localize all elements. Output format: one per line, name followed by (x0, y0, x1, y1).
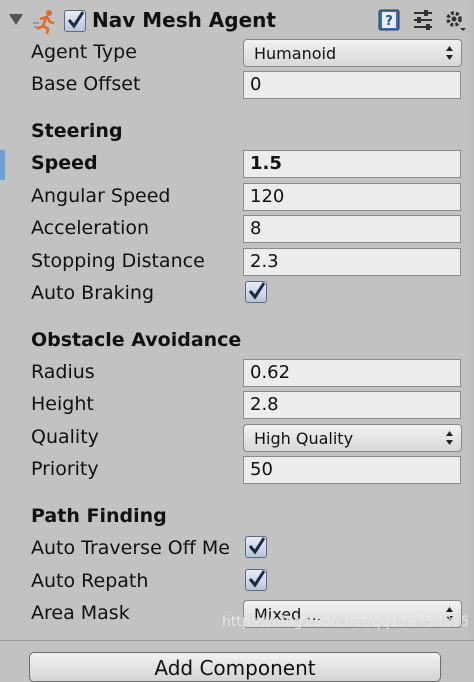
preset-sliders-icon[interactable] (412, 8, 434, 32)
auto-traverse-label: Auto Traverse Off Me (31, 537, 230, 559)
fold-arrow-icon[interactable] (9, 14, 23, 25)
radius-label: Radius (31, 361, 95, 383)
agent-type-row: Agent Type Humanoid (0, 37, 474, 69)
path-finding-header: Path Finding (31, 505, 167, 527)
auto-repath-row: Auto Repath (0, 566, 474, 598)
auto-braking-label: Auto Braking (31, 282, 155, 304)
angular-speed-field[interactable]: 120 (243, 183, 461, 211)
help-book-icon[interactable]: ? (377, 8, 401, 32)
divider (0, 640, 474, 641)
steering-header: Steering (31, 120, 123, 142)
component-enabled-checkbox[interactable] (64, 10, 86, 32)
component-header[interactable]: Nav Mesh Agent ? (0, 0, 474, 42)
auto-traverse-checkbox[interactable] (245, 536, 267, 558)
agent-type-value: Humanoid (254, 44, 337, 63)
base-offset-label: Base Offset (31, 73, 141, 95)
priority-field[interactable]: 50 (243, 456, 461, 484)
auto-repath-checkbox[interactable] (245, 569, 267, 591)
acceleration-field[interactable]: 8 (243, 215, 461, 243)
acceleration-label: Acceleration (31, 217, 150, 239)
auto-repath-label: Auto Repath (31, 570, 149, 592)
speed-label: Speed (31, 152, 98, 174)
dropdown-arrows-icon (446, 46, 453, 60)
radius-field[interactable]: 0.62 (243, 359, 461, 387)
add-component-button[interactable]: Add Component (29, 652, 441, 682)
base-offset-field[interactable]: 0 (243, 71, 461, 99)
nav-mesh-agent-icon (33, 10, 55, 35)
auto-braking-row: Auto Braking (0, 278, 474, 310)
stopping-distance-label: Stopping Distance (31, 250, 205, 272)
scrollbar[interactable] (468, 0, 474, 640)
acceleration-row: Acceleration 8 (0, 213, 474, 245)
angular-speed-row: Angular Speed 120 (0, 181, 474, 213)
speed-row: Speed 1.5 (0, 148, 474, 180)
radius-row: Radius 0.62 (0, 357, 474, 389)
priority-row: Priority 50 (0, 454, 474, 486)
auto-braking-checkbox[interactable] (245, 281, 267, 303)
base-offset-row: Base Offset 0 (0, 69, 474, 101)
angular-speed-label: Angular Speed (31, 185, 171, 207)
area-mask-label: Area Mask (31, 602, 130, 624)
watermark-text: https://blog.csdn.net/qq13973837572 (222, 614, 474, 630)
agent-type-dropdown[interactable]: Humanoid (243, 39, 462, 67)
obstacle-avoidance-header: Obstacle Avoidance (31, 329, 242, 351)
quality-value: High Quality (254, 429, 354, 448)
stopping-distance-row: Stopping Distance 2.3 (0, 246, 474, 278)
priority-label: Priority (31, 458, 99, 480)
height-field[interactable]: 2.8 (243, 391, 461, 419)
speed-field[interactable]: 1.5 (243, 150, 461, 178)
quality-row: Quality High Quality (0, 422, 474, 454)
quality-label: Quality (31, 426, 99, 448)
quality-dropdown[interactable]: High Quality (243, 424, 462, 452)
height-label: Height (31, 393, 94, 415)
gear-icon[interactable] (443, 8, 467, 32)
height-row: Height 2.8 (0, 389, 474, 421)
svg-text:?: ? (385, 14, 393, 29)
component-title: Nav Mesh Agent (92, 8, 276, 32)
dropdown-arrows-icon (446, 431, 453, 445)
auto-traverse-row: Auto Traverse Off Me (0, 533, 474, 565)
inspector-panel: Nav Mesh Agent ? Agent Type Humanoid Bas… (0, 0, 474, 682)
stopping-distance-field[interactable]: 2.3 (243, 248, 461, 276)
agent-type-label: Agent Type (31, 41, 137, 63)
